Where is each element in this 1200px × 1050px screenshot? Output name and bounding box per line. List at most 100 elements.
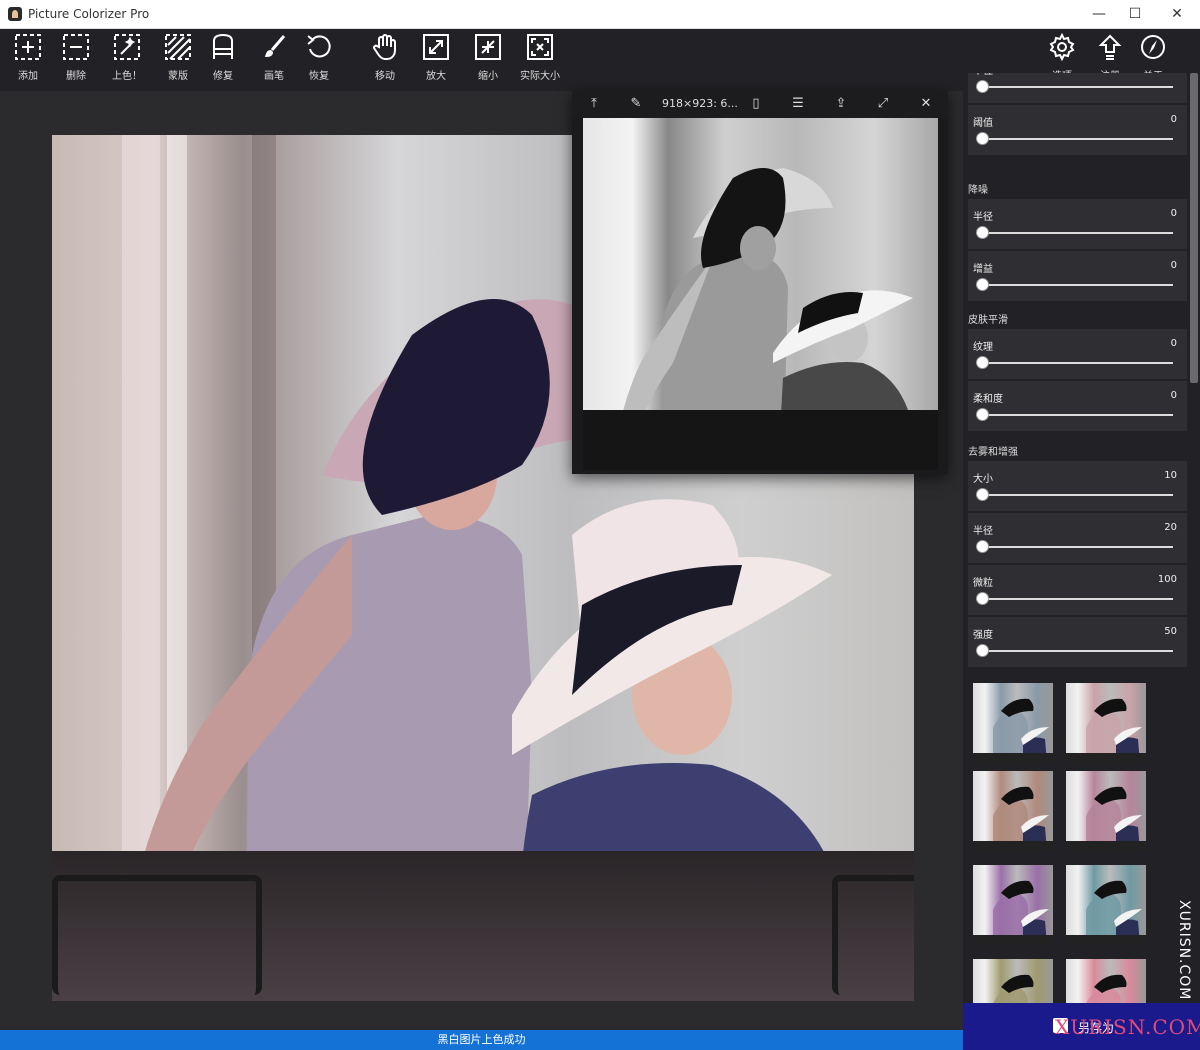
slider-knob[interactable]	[976, 226, 989, 239]
style-thumbnail[interactable]	[973, 771, 1053, 851]
actual-size-icon	[527, 34, 553, 60]
slider-track[interactable]	[976, 414, 1173, 416]
repair-button[interactable]: 修复	[197, 33, 249, 87]
slider-value: 0	[1170, 390, 1177, 401]
upload-arrow-icon	[1098, 34, 1122, 60]
slider-track[interactable]	[976, 362, 1173, 364]
status-bar: 黑白图片上色成功	[0, 1030, 963, 1050]
slider-label: 半径	[973, 212, 993, 223]
actual-size-button[interactable]: 实际大小	[514, 33, 566, 87]
preview-title-bar: ⤒ ✎ 918×923: 6... ▯ ☰ ⇪ ⤢ ✕	[572, 90, 948, 118]
slider-label: 增益	[973, 264, 993, 275]
remove-label: 删除	[66, 71, 86, 82]
slider-row: 柔和度 0	[968, 381, 1187, 431]
slider-track[interactable]	[976, 598, 1173, 600]
bw-table	[583, 410, 938, 470]
slider-track[interactable]	[976, 494, 1173, 496]
slider-knob[interactable]	[976, 488, 989, 501]
mask-icon	[165, 34, 191, 60]
style-thumbnail[interactable]	[973, 683, 1053, 763]
slider-track[interactable]	[976, 138, 1173, 140]
close-button[interactable]: ✕	[1154, 0, 1200, 29]
move-button[interactable]: 移动	[359, 33, 411, 87]
slider-value: 100	[1157, 574, 1177, 585]
slider-knob[interactable]	[976, 356, 989, 369]
zoom-in-label: 放大	[426, 71, 446, 82]
undo-icon	[307, 35, 331, 58]
undo-button[interactable]: 恢复	[293, 33, 345, 87]
colorize-wand-icon	[114, 34, 140, 60]
original-preview-window[interactable]: ⤒ ✎ 918×923: 6... ▯ ☰ ⇪ ⤢ ✕	[572, 90, 948, 474]
remove-icon	[63, 34, 89, 60]
slider-label: 柔和度	[973, 394, 1003, 405]
style-thumbnail[interactable]	[973, 865, 1053, 945]
pin-top-icon[interactable]: ⤒	[586, 96, 602, 112]
maximize-button[interactable]: ☐	[1112, 0, 1158, 29]
slider-knob[interactable]	[976, 132, 989, 145]
zoom-in-button[interactable]: 放大	[410, 33, 462, 87]
slider-knob[interactable]	[976, 278, 989, 291]
section-title: 去雾和增强	[968, 447, 1018, 458]
colorize-label: 上色！	[112, 71, 142, 82]
add-button[interactable]: 添加	[2, 33, 54, 87]
compass-icon	[1141, 35, 1165, 59]
slider-row: 纹理 0	[968, 329, 1187, 379]
style-thumbnail[interactable]	[1066, 959, 1146, 1003]
slider-value: 10	[1164, 470, 1177, 481]
slider-row: 微粒 100	[968, 565, 1187, 615]
actual-size-label: 实际大小	[520, 71, 560, 82]
move-label: 移动	[375, 71, 395, 82]
slider-label: 半径	[973, 73, 993, 77]
watermark-bottom: XURISN.COM	[1055, 1015, 1200, 1039]
add-label: 添加	[18, 71, 38, 82]
zoom-in-icon	[423, 34, 449, 60]
app-logo-icon	[8, 7, 22, 21]
zoom-out-icon	[475, 34, 501, 60]
original-bw-photo	[583, 118, 938, 470]
slider-knob[interactable]	[976, 80, 989, 93]
repair-icon	[213, 33, 233, 59]
style-thumbnail[interactable]	[1066, 771, 1146, 851]
slider-knob[interactable]	[976, 592, 989, 605]
colorize-button[interactable]: 上色！	[101, 33, 153, 87]
preview-close-icon[interactable]: ✕	[918, 96, 934, 112]
adjustment-panel: 半径0阈值0降噪半径0增益0皮肤平滑纹理0柔和度0去雾和增强大小10半径20微粒…	[963, 73, 1200, 1003]
slider-track[interactable]	[976, 284, 1173, 286]
panel-scrollbar[interactable]	[1190, 73, 1198, 383]
slider-knob[interactable]	[976, 408, 989, 421]
expand-icon[interactable]: ⤢	[875, 96, 891, 112]
slider-label: 纹理	[973, 342, 993, 353]
slider-label: 半径	[973, 526, 993, 537]
undo-label: 恢复	[309, 71, 329, 82]
zoom-out-label: 缩小	[478, 71, 498, 82]
slider-row: 强度 50	[968, 617, 1187, 667]
slider-value: 50	[1164, 626, 1177, 637]
remove-button[interactable]: 删除	[50, 33, 102, 87]
slider-track[interactable]	[976, 232, 1173, 234]
slider-value: 0	[1170, 260, 1177, 271]
slider-knob[interactable]	[976, 644, 989, 657]
slider-track[interactable]	[976, 650, 1173, 652]
hand-icon	[373, 34, 396, 60]
style-thumbnail[interactable]	[973, 959, 1053, 1003]
slider-row: 半径 20	[968, 513, 1187, 563]
document-icon[interactable]: ▯	[748, 96, 764, 112]
share-icon[interactable]: ⇪	[833, 96, 849, 112]
slider-knob[interactable]	[976, 540, 989, 553]
slider-row: 半径0	[968, 73, 1187, 103]
pin-icon[interactable]: ✎	[628, 96, 644, 112]
brush-icon	[265, 35, 286, 57]
zoom-out-button[interactable]: 缩小	[462, 33, 514, 87]
add-icon	[15, 34, 41, 60]
list-icon[interactable]: ☰	[790, 96, 806, 112]
slider-track[interactable]	[976, 86, 1173, 88]
section-title: 皮肤平滑	[968, 315, 1008, 326]
style-thumbnail[interactable]	[1066, 683, 1146, 763]
section-title: 降噪	[968, 185, 988, 196]
slider-track[interactable]	[976, 546, 1173, 548]
style-thumbnail[interactable]	[1066, 865, 1146, 945]
slider-value: 0	[1170, 208, 1177, 219]
slider-row: 阈值 0	[968, 105, 1187, 155]
preview-title: 918×923: 6...	[662, 97, 738, 110]
chair-right	[832, 875, 914, 995]
